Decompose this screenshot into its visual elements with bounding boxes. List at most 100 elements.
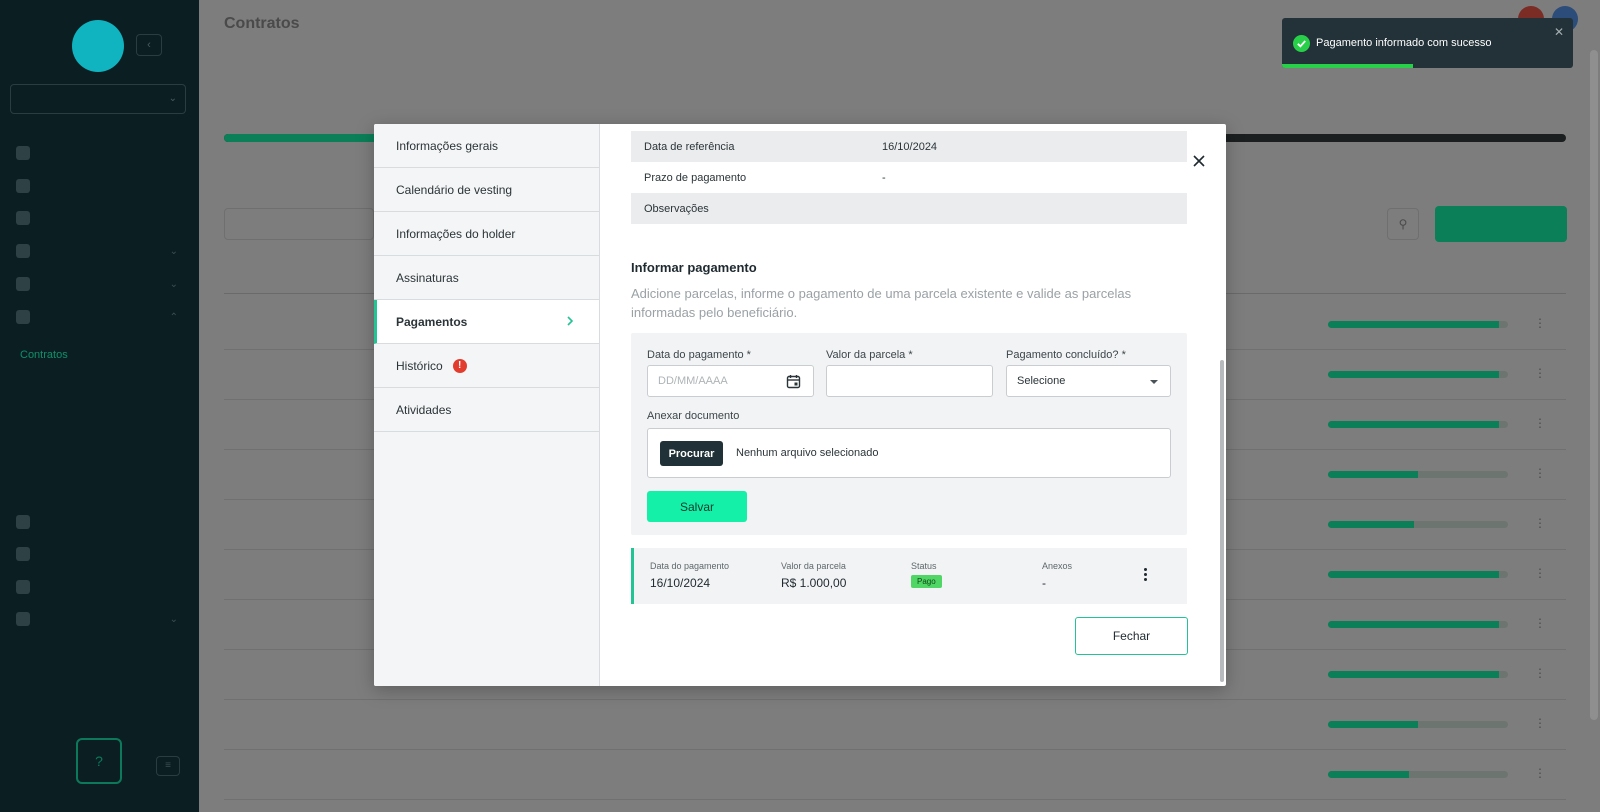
shares-icon [16, 277, 30, 291]
nav-item-settings[interactable]: ⌄ [16, 609, 184, 629]
file-status: Nenhum arquivo selecionado [736, 447, 879, 459]
chat-icon: ? [95, 753, 103, 769]
chevron-up-icon: ⌃ [169, 311, 178, 323]
close-icon[interactable] [1190, 152, 1208, 170]
sidebar-footer-button[interactable]: ≡ [156, 756, 180, 776]
modal-scrollbar[interactable] [1220, 360, 1224, 682]
more-options-icon[interactable]: ⋮ [1534, 766, 1546, 780]
section-title: Informar pagamento [631, 260, 757, 275]
payment-entry: Data do pagamento 16/10/2024 Valor da pa… [631, 548, 1187, 604]
new-contract-button[interactable] [1435, 206, 1567, 242]
payment-status-col: Status Pago [911, 561, 942, 589]
more-options-icon[interactable]: ⋮ [1534, 566, 1546, 580]
chevron-down-icon: ⌄ [169, 245, 178, 257]
progress-fill [1328, 521, 1415, 528]
dashboard-icon [16, 179, 30, 193]
close-icon[interactable]: ✕ [1554, 25, 1564, 39]
equity-icon [16, 310, 30, 324]
status-badge: Pago [911, 575, 942, 588]
section-description: Adicione parcelas, informe o pagamento d… [631, 286, 1132, 320]
progress-bar [1328, 771, 1508, 778]
progress-bar [1328, 571, 1508, 578]
modal-nav-atividades[interactable]: Atividades [374, 388, 599, 432]
chevron-down-icon [1150, 380, 1158, 384]
cap-table-icon [16, 211, 30, 225]
progress-fill [1328, 721, 1418, 728]
page-heading: Contratos [224, 15, 316, 33]
progress-fill [1328, 321, 1499, 328]
file-upload[interactable]: Procurar Nenhum arquivo selecionado [647, 428, 1171, 478]
progress-fill [1328, 471, 1418, 478]
nav-item-cap-table[interactable] [16, 208, 184, 228]
toast-progress [1282, 64, 1413, 68]
more-options-icon[interactable]: ⋮ [1534, 366, 1546, 380]
progress-bar [1328, 471, 1508, 478]
progress-bar [1328, 321, 1508, 328]
contract-tabs [224, 80, 288, 93]
progress-fill [1328, 671, 1499, 678]
modal-nav: Informações gerais Calendário de vesting… [374, 124, 600, 686]
payment-date-col: Data do pagamento 16/10/2024 [650, 561, 730, 590]
alert-icon: ! [452, 358, 467, 373]
collapse-sidebar-button[interactable]: ‹ [136, 34, 162, 56]
table-row[interactable]: ⋮ [224, 700, 1566, 750]
check-circle-icon [1293, 35, 1310, 52]
table-row[interactable]: ⋮ [224, 750, 1566, 800]
modal-nav-calendario-vesting[interactable]: Calendário de vesting [374, 168, 599, 212]
modal-nav-informacoes-gerais[interactable]: Informações gerais [374, 124, 599, 168]
payment-info-table: Data de referência 16/10/2024 Prazo de pa… [631, 131, 1187, 224]
progress-bar [1328, 421, 1508, 428]
nav-item-dashboard[interactable] [16, 176, 184, 196]
amount-label: Valor da parcela * [826, 349, 913, 361]
payment-form: Data do pagamento * DD/MM/AAAA Valor da … [631, 333, 1187, 535]
more-options-icon[interactable]: ⋮ [1534, 716, 1546, 730]
browse-button[interactable]: Procurar [660, 441, 723, 466]
nav-item-shares[interactable]: ⌄ [16, 274, 184, 294]
modal-nav-historico[interactable]: Histórico! [374, 344, 599, 388]
filter-button[interactable]: ⚲ [1387, 208, 1419, 240]
company-logo[interactable] [72, 20, 124, 72]
info-row: Data de referência 16/10/2024 [631, 131, 1187, 162]
reports-icon [16, 547, 30, 561]
payment-completed-select[interactable]: Selecione [1006, 365, 1171, 397]
page-title: Contratos [224, 15, 300, 32]
close-button[interactable]: Fechar [1075, 617, 1188, 655]
more-options-icon[interactable]: ⋮ [1534, 616, 1546, 630]
stakeholders-icon [16, 515, 30, 529]
payment-amount-col: Valor da parcela R$ 1.000,00 [781, 561, 847, 590]
sub-nav-contratos[interactable]: Contratos [20, 349, 68, 361]
more-options-icon[interactable]: ⋮ [1534, 466, 1546, 480]
modal-content: Data de referência 16/10/2024 Prazo de pa… [600, 124, 1226, 686]
search-input[interactable] [224, 208, 374, 240]
progress-bar [1328, 371, 1508, 378]
progress-fill [1328, 371, 1499, 378]
nav-item-shareholders[interactable]: ⌄ [16, 241, 184, 261]
sidebar: ‹ ⌄ ⌄ ⌄ ⌃ Contratos ⌄ ? ≡ [0, 0, 199, 812]
page-scrollbar[interactable] [1590, 50, 1598, 720]
modal-nav-assinaturas[interactable]: Assinaturas [374, 256, 599, 300]
calendar-icon[interactable] [786, 374, 801, 389]
nav-item-equity[interactable]: ⌃ [16, 307, 184, 327]
company-select[interactable]: ⌄ [10, 84, 186, 114]
payment-date-input[interactable]: DD/MM/AAAA [647, 365, 814, 397]
more-options-icon[interactable] [1144, 568, 1148, 582]
progress-fill [1328, 571, 1499, 578]
nav-item-reports[interactable] [16, 544, 184, 564]
more-options-icon[interactable]: ⋮ [1534, 516, 1546, 530]
nav-item-stakeholders[interactable] [16, 512, 184, 532]
more-options-icon[interactable]: ⋮ [1534, 316, 1546, 330]
save-button[interactable]: Salvar [647, 491, 747, 522]
help-chat-button[interactable]: ? [76, 738, 122, 784]
modal-nav-informacoes-holder[interactable]: Informações do holder [374, 212, 599, 256]
nav-item-home[interactable] [16, 143, 184, 163]
settings-icon [16, 612, 30, 626]
progress-fill [1328, 421, 1499, 428]
more-options-icon[interactable]: ⋮ [1534, 416, 1546, 430]
chevron-right-icon [567, 316, 574, 326]
progress-bar [1328, 621, 1508, 628]
progress-bar [1328, 671, 1508, 678]
amount-input[interactable] [826, 365, 993, 397]
modal-nav-pagamentos[interactable]: Pagamentos [374, 300, 599, 344]
more-options-icon[interactable]: ⋮ [1534, 666, 1546, 680]
nav-item-documents[interactable] [16, 577, 184, 597]
